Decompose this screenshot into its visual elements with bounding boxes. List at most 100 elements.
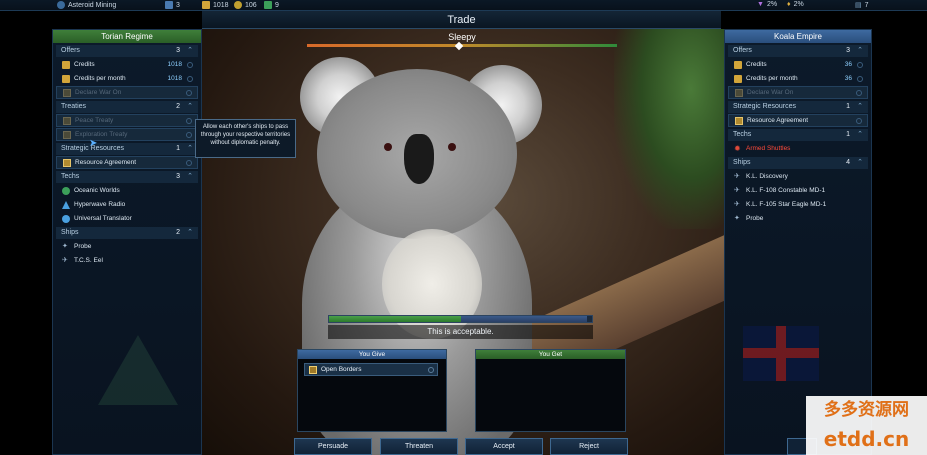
offer-item[interactable]: ✦ Probe bbox=[728, 212, 868, 225]
add-item-icon[interactable] bbox=[856, 89, 862, 96]
credits-indicator[interactable]: 1018 bbox=[202, 1, 229, 9]
ai-panel: Koala Empire Offers 3 ⌃ Credits 36 Credits pe… bbox=[724, 29, 872, 455]
add-item-icon[interactable] bbox=[856, 117, 862, 124]
add-item-icon[interactable] bbox=[186, 159, 192, 166]
location-indicator[interactable]: Asteroid Mining bbox=[57, 1, 116, 9]
offer-item[interactable]: ✦ Probe bbox=[56, 240, 198, 253]
offer-item[interactable]: Credits per month 1018 bbox=[56, 72, 198, 85]
add-item-icon[interactable] bbox=[186, 117, 192, 124]
add-item-icon[interactable] bbox=[186, 89, 192, 96]
resource2-indicator[interactable]: 106 bbox=[234, 1, 257, 9]
offer-item[interactable]: Peace Treaty bbox=[56, 114, 198, 127]
ai-flag-emblem bbox=[743, 326, 819, 381]
flag-cross-v bbox=[776, 326, 786, 381]
offer-item[interactable]: Resource Agreement bbox=[56, 156, 198, 169]
section-offers[interactable]: Offers 3 ⌃ bbox=[56, 45, 198, 57]
turn-indicator[interactable]: ▤ 7 bbox=[855, 1, 869, 10]
pyramid-icon bbox=[62, 200, 70, 209]
section-techs[interactable]: Techs 1 ⌃ bbox=[728, 129, 868, 141]
offer-item[interactable]: Hyperwave Radio bbox=[56, 198, 198, 211]
offer-item[interactable]: Credits 36 bbox=[728, 58, 868, 71]
offer-item[interactable]: ✈ T.C.S. Eel bbox=[56, 254, 198, 267]
ship-icon: ✈ bbox=[62, 256, 68, 264]
player-empire-name: Torian Regime bbox=[53, 30, 201, 43]
document-icon bbox=[735, 88, 743, 97]
section-count: 1 bbox=[176, 145, 180, 152]
section-ships[interactable]: Ships 4 ⌃ bbox=[728, 157, 868, 169]
you-get-box[interactable]: You Get bbox=[475, 349, 626, 432]
offer-item[interactable]: Declare War On bbox=[728, 86, 868, 99]
location-label: Asteroid Mining bbox=[68, 1, 117, 9]
section-count: 3 bbox=[846, 47, 850, 54]
offer-item[interactable]: ✹ Armed Shuttles bbox=[728, 142, 868, 155]
document-icon bbox=[63, 116, 71, 125]
persuade-button[interactable]: Persuade bbox=[294, 438, 372, 455]
top-resource-bar: Asteroid Mining 3 1018 106 9 ▼ 2% ♦ 2% ▤… bbox=[0, 0, 927, 11]
counter-value: 3 bbox=[176, 1, 180, 9]
growth-indicator[interactable]: ♦ 2% bbox=[787, 1, 804, 8]
offer-item[interactable]: Exploration Treaty bbox=[56, 128, 198, 141]
threaten-button[interactable]: Threaten bbox=[380, 438, 458, 455]
offer-item-value: 1018 bbox=[167, 75, 182, 82]
globe-icon bbox=[62, 186, 70, 195]
offer-item-value: 1018 bbox=[167, 61, 182, 68]
growth-value: 2% bbox=[793, 1, 804, 8]
offer-item-label: K.L. F-105 Star Eagle MD-1 bbox=[746, 201, 827, 208]
collapse-chevron-icon[interactable]: ⌃ bbox=[857, 45, 863, 57]
counter-indicator[interactable]: 3 bbox=[165, 1, 180, 9]
offer-item[interactable]: ✈ K.L. F-108 Constable MD-1 bbox=[728, 184, 868, 197]
player-panel: Torian Regime Offers 3 ⌃ Credits 1018 Credits… bbox=[52, 29, 202, 455]
offer-item[interactable]: Declare War On bbox=[56, 86, 198, 99]
approval-indicator[interactable]: ▼ 2% bbox=[757, 1, 777, 8]
collapse-chevron-icon[interactable]: ⌃ bbox=[857, 157, 863, 169]
remove-item-icon[interactable] bbox=[428, 366, 434, 373]
collapse-chevron-icon[interactable]: ⌃ bbox=[857, 129, 863, 141]
section-offers[interactable]: Offers 3 ⌃ bbox=[728, 45, 868, 57]
accept-button[interactable]: Accept bbox=[465, 438, 543, 455]
offer-item[interactable]: ✈ K.L. Discovery bbox=[728, 170, 868, 183]
add-item-icon[interactable] bbox=[186, 131, 192, 138]
you-give-box[interactable]: You Give Open Borders bbox=[297, 349, 447, 432]
offer-item[interactable]: Resource Agreement bbox=[728, 114, 868, 127]
add-item-icon[interactable] bbox=[857, 61, 863, 68]
offer-item[interactable]: Universal Translator bbox=[56, 212, 198, 225]
document-icon bbox=[63, 130, 71, 139]
section-ships[interactable]: Ships 2 ⌃ bbox=[56, 227, 198, 239]
collapse-chevron-icon[interactable]: ⌃ bbox=[187, 101, 193, 113]
add-item-icon[interactable] bbox=[187, 75, 193, 82]
credits-icon bbox=[202, 1, 210, 9]
approval-value: 2% bbox=[766, 1, 778, 8]
collapse-chevron-icon[interactable]: ⌃ bbox=[187, 45, 193, 57]
offer-item[interactable]: Credits per month 36 bbox=[728, 72, 868, 85]
add-item-icon[interactable] bbox=[857, 75, 863, 82]
offer-item-label: Credits per month bbox=[746, 75, 798, 82]
collapse-chevron-icon[interactable]: ⌃ bbox=[187, 171, 193, 183]
give-item[interactable]: Open Borders bbox=[304, 363, 438, 376]
offer-item[interactable]: ✈ K.L. F-105 Star Eagle MD-1 bbox=[728, 198, 868, 211]
collapse-chevron-icon[interactable]: ⌃ bbox=[187, 143, 193, 155]
collapse-chevron-icon[interactable]: ⌃ bbox=[187, 227, 193, 239]
offer-item[interactable]: Oceanic Worlds bbox=[56, 184, 198, 197]
add-item-icon[interactable] bbox=[187, 61, 193, 68]
section-label: Ships bbox=[733, 159, 751, 166]
gear-icon: ✹ bbox=[734, 143, 741, 153]
document-icon bbox=[309, 365, 317, 374]
leaves-background bbox=[614, 29, 724, 229]
offer-item-value: 36 bbox=[844, 61, 852, 68]
collapse-chevron-icon[interactable]: ⌃ bbox=[857, 101, 863, 113]
resource3-indicator[interactable]: 9 bbox=[264, 1, 279, 9]
koala-nose bbox=[404, 134, 434, 184]
section-treaties[interactable]: Treaties 2 ⌃ bbox=[56, 101, 198, 113]
stack-icon: ▤ bbox=[855, 2, 862, 9]
bubble-icon bbox=[62, 214, 70, 223]
section-strategic-resources[interactable]: Strategic Resources 1 ⌃ bbox=[728, 101, 868, 113]
section-label: Offers bbox=[61, 47, 80, 54]
section-techs[interactable]: Techs 3 ⌃ bbox=[56, 171, 198, 183]
reject-button[interactable]: Reject bbox=[550, 438, 628, 455]
ship-icon: ✈ bbox=[734, 172, 740, 180]
section-strategic-resources[interactable]: Strategic Resources 1 ⌃ bbox=[56, 143, 198, 155]
ship-icon: ✈ bbox=[734, 200, 740, 208]
mood-label: Sleepy bbox=[448, 32, 476, 42]
offer-item[interactable]: Credits 1018 bbox=[56, 58, 198, 71]
offer-item-label: Credits bbox=[74, 61, 95, 68]
